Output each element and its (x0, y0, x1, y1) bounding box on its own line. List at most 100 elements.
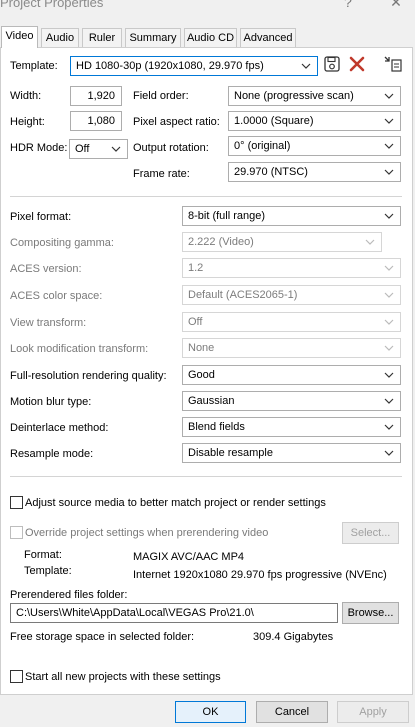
cancel-button[interactable]: Cancel (256, 701, 328, 723)
height-label: Height: (10, 116, 45, 128)
rendering-quality-label: Full-resolution rendering quality: (10, 370, 167, 382)
ok-button[interactable]: OK (175, 701, 246, 723)
pixel-aspect-dropdown[interactable]: 1.0000 (Square) (228, 111, 401, 131)
aces-color-space-value: Default (ACES2065-1) (188, 289, 298, 301)
frame-rate-label: Frame rate: (133, 168, 190, 180)
pixel-format-dropdown[interactable]: 8-bit (full range) (182, 206, 401, 226)
view-transform-label: View transform: (10, 317, 87, 329)
tab-audio[interactable]: Audio (41, 28, 79, 47)
chevron-down-icon (384, 137, 394, 155)
separator (10, 196, 402, 197)
prerender-template-label: Template: (24, 565, 72, 577)
field-order-dropdown[interactable]: None (progressive scan) (228, 86, 401, 106)
resample-mode-label: Resample mode: (10, 448, 94, 460)
tab-ruler[interactable]: Ruler (82, 28, 122, 47)
field-order-label: Field order: (133, 90, 189, 102)
template-label: Template: (10, 60, 58, 72)
chevron-down-icon (365, 233, 375, 251)
hdr-mode-label: HDR Mode: (10, 142, 68, 154)
chevron-down-icon (384, 286, 394, 304)
aces-version-label: ACES version: (10, 263, 82, 275)
help-button[interactable]: ? (333, 0, 363, 12)
pixel-format-value: 8-bit (full range) (188, 210, 266, 222)
deinterlace-value: Blend fields (188, 421, 245, 433)
browse-button[interactable]: Browse... (342, 602, 399, 624)
look-modification-dropdown: None (182, 338, 401, 358)
output-rotation-value: 0° (original) (234, 140, 291, 152)
compositing-gamma-label: Compositing gamma: (10, 237, 114, 249)
chevron-down-icon (384, 112, 394, 130)
start-all-label[interactable]: Start all new projects with these settin… (25, 670, 221, 684)
output-rotation-dropdown[interactable]: 0° (original) (228, 136, 401, 156)
close-button[interactable]: ✕ (381, 0, 411, 12)
chevron-down-icon (384, 418, 394, 436)
aces-version-dropdown: 1.2 (182, 258, 401, 278)
format-label: Format: (24, 549, 62, 561)
chevron-down-icon (384, 163, 394, 181)
chevron-down-icon (111, 140, 121, 158)
apply-button: Apply (337, 701, 409, 723)
height-field[interactable]: 1,080 (70, 111, 122, 131)
frame-rate-dropdown[interactable]: 29.970 (NTSC) (228, 162, 401, 182)
hdr-mode-dropdown[interactable]: Off (69, 139, 128, 159)
chevron-down-icon (384, 444, 394, 462)
chevron-down-icon (384, 87, 394, 105)
select-button: Select... (342, 522, 399, 544)
save-icon[interactable] (323, 55, 343, 75)
match-media-icon[interactable] (383, 55, 403, 75)
pixel-aspect-label: Pixel aspect ratio: (133, 116, 220, 128)
delete-x-icon[interactable] (348, 55, 368, 75)
tab-audio-cd[interactable]: Audio CD (184, 28, 237, 47)
template-dropdown[interactable]: HD 1080-30p (1920x1080, 29.970 fps) (70, 56, 318, 76)
aces-color-space-label: ACES color space: (10, 290, 103, 302)
chevron-down-icon (384, 207, 394, 225)
chevron-down-icon (384, 259, 394, 277)
view-transform-dropdown: Off (182, 312, 401, 332)
resample-mode-dropdown[interactable]: Disable resample (182, 443, 401, 463)
free-space-value: 309.4 Gigabytes (253, 631, 334, 643)
tab-advanced[interactable]: Advanced (240, 28, 296, 47)
prerendered-folder-label: Prerendered files folder: (10, 589, 128, 601)
rendering-quality-dropdown[interactable]: Good (182, 365, 401, 385)
prerender-template-value: Internet 1920x1080 29.970 fps progressiv… (133, 569, 387, 581)
hdr-mode-value: Off (75, 143, 90, 155)
resample-mode-value: Disable resample (188, 447, 273, 459)
chevron-down-icon (384, 339, 394, 357)
format-value: MAGIX AVC/AAC MP4 (133, 551, 245, 563)
output-rotation-label: Output rotation: (133, 142, 209, 154)
pixel-aspect-value: 1.0000 (Square) (234, 115, 314, 127)
chevron-down-icon (384, 313, 394, 331)
adjust-source-checkbox[interactable] (10, 496, 23, 509)
title-bar: Project Properties ? ✕ (0, 0, 415, 18)
field-order-value: None (progressive scan) (234, 90, 354, 102)
frame-rate-value: 29.970 (NTSC) (234, 166, 308, 178)
width-label: Width: (10, 90, 42, 102)
motion-blur-label: Motion blur type: (10, 396, 92, 408)
view-transform-value: Off (188, 316, 203, 328)
chevron-down-icon (301, 57, 311, 75)
override-prerender-checkbox[interactable] (10, 526, 23, 539)
pixel-format-label: Pixel format: (10, 211, 72, 223)
tab-summary[interactable]: Summary (125, 28, 181, 47)
prerendered-folder-input[interactable]: C:\Users\White\AppData\Local\VEGAS Pro\2… (10, 603, 338, 623)
adjust-source-label[interactable]: Adjust source media to better match proj… (25, 496, 326, 510)
width-field[interactable]: 1,920 (70, 86, 122, 106)
deinterlace-dropdown[interactable]: Blend fields (182, 417, 401, 437)
override-prerender-label: Override project settings when prerender… (25, 527, 269, 539)
separator (10, 476, 402, 477)
rendering-quality-value: Good (188, 369, 215, 381)
look-modification-value: None (188, 342, 215, 354)
window-title: Project Properties (0, 0, 104, 10)
compositing-gamma-value: 2.222 (Video) (188, 236, 254, 248)
tab-video[interactable]: Video (1, 26, 38, 48)
free-space-label: Free storage space in selected folder: (10, 631, 195, 643)
motion-blur-value: Gaussian (188, 395, 235, 407)
chevron-down-icon (384, 366, 394, 384)
motion-blur-dropdown[interactable]: Gaussian (182, 391, 401, 411)
start-all-checkbox[interactable] (10, 670, 23, 683)
aces-version-value: 1.2 (188, 262, 204, 274)
aces-color-space-dropdown: Default (ACES2065-1) (182, 285, 401, 305)
template-value: HD 1080-30p (1920x1080, 29.970 fps) (76, 60, 264, 72)
compositing-gamma-dropdown: 2.222 (Video) (182, 232, 382, 252)
deinterlace-label: Deinterlace method: (10, 422, 109, 434)
